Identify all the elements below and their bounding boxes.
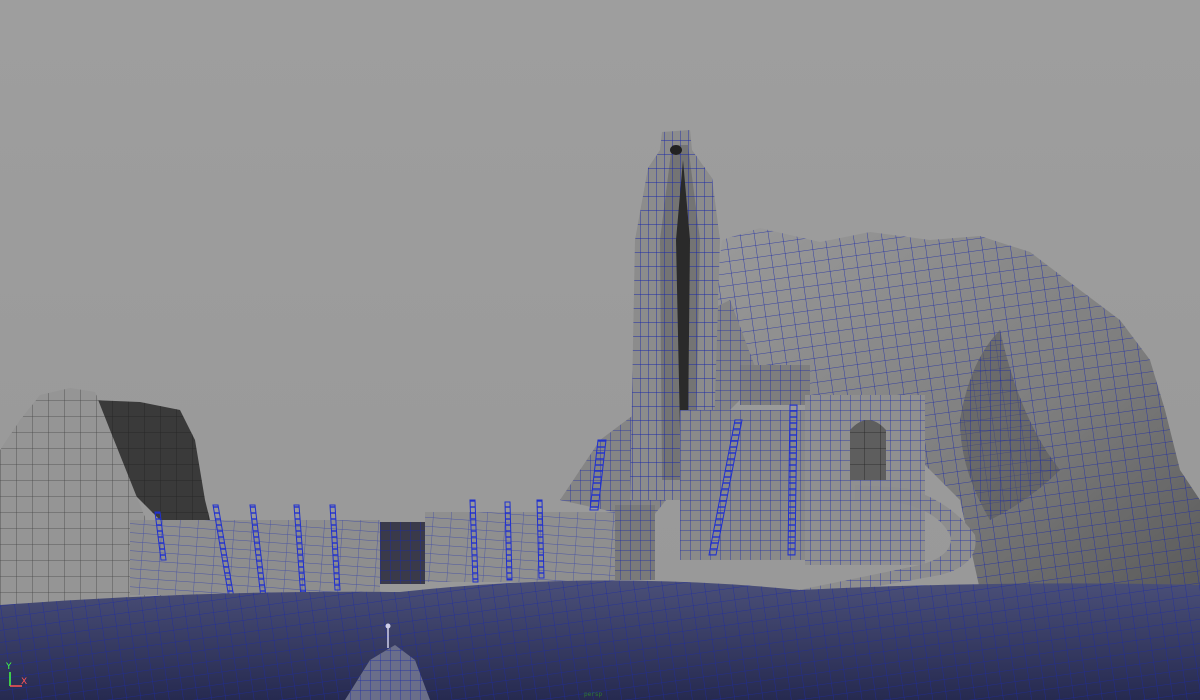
axis-gizmo-icon: Y X <box>4 662 32 692</box>
camera-readout: persp <box>584 691 603 698</box>
axis-y-label: Y <box>6 662 12 672</box>
ground-mesh <box>0 580 1200 700</box>
axis-x-label: X <box>21 677 28 687</box>
maya-viewport[interactable]: Y X persp <box>0 0 1200 700</box>
wireframe-scene[interactable] <box>0 0 1200 700</box>
